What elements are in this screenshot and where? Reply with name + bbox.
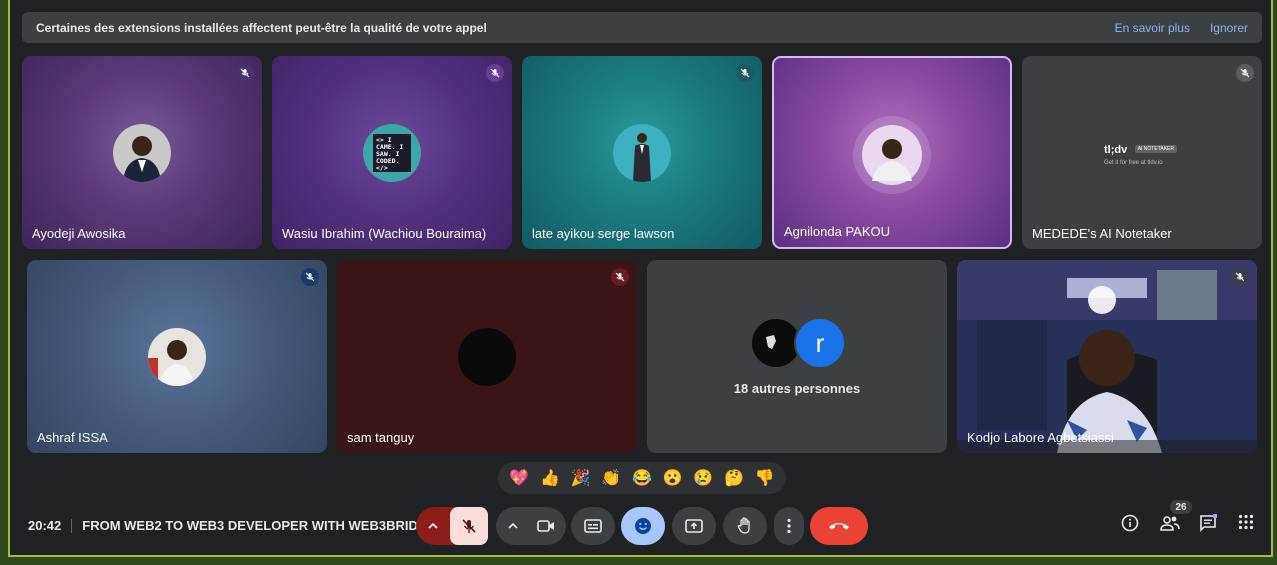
people-button[interactable] — [1160, 514, 1180, 537]
participant-name: Agnilonda PAKOU — [784, 224, 890, 239]
people-count-badge: 26 — [1170, 500, 1192, 514]
chat-icon — [1200, 513, 1218, 532]
participant-tile[interactable]: sam tanguy — [337, 260, 637, 453]
meet-window: Certaines des extensions installées affe… — [8, 0, 1273, 557]
mic-off-icon — [736, 64, 754, 82]
others-avatar-letter: r — [794, 317, 846, 369]
leave-call-button[interactable] — [810, 507, 868, 545]
raise-hand-button[interactable] — [723, 507, 767, 545]
camera-control-group — [496, 507, 566, 545]
participant-tile[interactable]: tl;dv AI NOTETAKER Get it for free at tl… — [1022, 56, 1262, 249]
avatar: <> I CAME. I SAW. I CODED. </> — [363, 124, 421, 182]
present-icon — [685, 519, 703, 533]
reaction-thumbs-up-button[interactable]: 👍 — [540, 468, 560, 488]
participant-name: MEDEDE's AI Notetaker — [1032, 226, 1172, 241]
extensions-warning-banner: Certaines des extensions installées affe… — [22, 12, 1262, 43]
mic-off-icon — [486, 64, 504, 82]
apps-grid-icon — [1238, 514, 1254, 530]
mic-off-icon — [236, 64, 254, 82]
hand-icon — [737, 517, 750, 534]
tldv-logo: tl;dv AI NOTETAKER Get it for free at tl… — [1104, 140, 1177, 166]
reaction-thumbs-down-button[interactable]: 👎 — [755, 468, 775, 488]
participant-tile-video[interactable]: Kodjo Labore Agbetsiassi — [957, 260, 1257, 453]
avatar — [148, 328, 206, 386]
reaction-heart-button[interactable]: 💖 — [509, 468, 529, 488]
mic-off-icon — [1236, 64, 1254, 82]
reactions-bar: 💖 👍 🎉 👏 😂 😮 😢 🤔 👎 — [498, 462, 786, 494]
captions-icon — [584, 519, 602, 533]
reaction-sad-button[interactable]: 😢 — [693, 468, 713, 488]
meeting-info: 20:42 FROM WEB2 TO WEB3 DEVELOPER WITH W… — [28, 518, 429, 533]
mic-off-icon — [1231, 268, 1249, 286]
participant-name: Kodjo Labore Agbetsiassi — [967, 430, 1114, 445]
others-count: 18 autres personnes — [733, 381, 861, 396]
mic-control-group — [416, 507, 488, 545]
tldv-badge: AI NOTETAKER — [1134, 144, 1177, 153]
people-icon — [1160, 516, 1180, 531]
participant-tile[interactable]: Ashraf ISSA — [27, 260, 327, 453]
reaction-clap-button[interactable]: 👏 — [601, 468, 621, 488]
others-tile[interactable]: r 18 autres personnes — [647, 260, 947, 453]
meeting-details-button[interactable] — [1121, 514, 1139, 537]
meeting-time: 20:42 — [28, 518, 62, 533]
camera-toggle-button[interactable] — [528, 519, 564, 533]
mic-options-chevron-icon[interactable] — [416, 507, 450, 545]
mic-off-icon — [462, 519, 476, 533]
reaction-surprised-button[interactable]: 😮 — [663, 468, 683, 488]
participant-name: Wasiu Ibrahim (Wachiou Bouraima) — [282, 226, 487, 241]
participant-name: late ayikou serge lawson — [532, 226, 675, 241]
captions-button[interactable] — [571, 507, 615, 545]
participant-tile[interactable]: Ayodeji Awosika — [22, 56, 262, 249]
camera-icon — [537, 520, 554, 532]
video-feed — [957, 260, 1257, 453]
divider — [71, 518, 73, 533]
participant-tile[interactable]: late ayikou serge lawson — [522, 56, 762, 249]
participant-name: sam tanguy — [347, 430, 415, 445]
tldv-subtext: Get it for free at tldv.io — [1104, 160, 1163, 166]
present-screen-button[interactable] — [672, 507, 716, 545]
participant-tile-active-speaker[interactable]: Agnilonda PAKOU — [772, 56, 1012, 249]
phone-hangup-icon — [829, 523, 849, 530]
reaction-laugh-button[interactable]: 😂 — [632, 468, 652, 488]
avatar — [458, 328, 516, 386]
reaction-thinking-button[interactable]: 🤔 — [724, 468, 744, 488]
meeting-title: FROM WEB2 TO WEB3 DEVELOPER WITH WEB3BRI… — [82, 518, 429, 533]
reaction-party-button[interactable]: 🎉 — [571, 468, 591, 488]
tldv-logo-text: tl;dv — [1104, 144, 1128, 156]
more-options-button[interactable] — [774, 507, 804, 545]
avatar — [853, 116, 931, 194]
learn-more-link[interactable]: En savoir plus — [1115, 21, 1190, 35]
avatar-text: <> I CAME. I SAW. I CODED. </> — [373, 134, 411, 172]
more-vert-icon — [787, 518, 791, 534]
participant-tile[interactable]: <> I CAME. I SAW. I CODED. </> Wasiu Ibr… — [272, 56, 512, 249]
participant-name: Ayodeji Awosika — [32, 226, 126, 241]
chat-button[interactable] — [1199, 513, 1218, 537]
mic-toggle-button[interactable] — [450, 507, 488, 545]
emoji-icon — [635, 518, 651, 534]
mic-off-icon — [301, 268, 319, 286]
banner-message: Certaines des extensions installées affe… — [36, 20, 487, 35]
camera-options-chevron-icon[interactable] — [498, 523, 528, 529]
activities-button[interactable] — [1238, 514, 1254, 535]
info-icon — [1121, 514, 1139, 532]
avatar — [113, 124, 171, 182]
avatar — [613, 124, 671, 182]
mic-off-icon — [611, 268, 629, 286]
reactions-toggle-button[interactable] — [621, 507, 665, 545]
ignore-link[interactable]: Ignorer — [1210, 21, 1248, 35]
participant-name: Ashraf ISSA — [37, 430, 108, 445]
